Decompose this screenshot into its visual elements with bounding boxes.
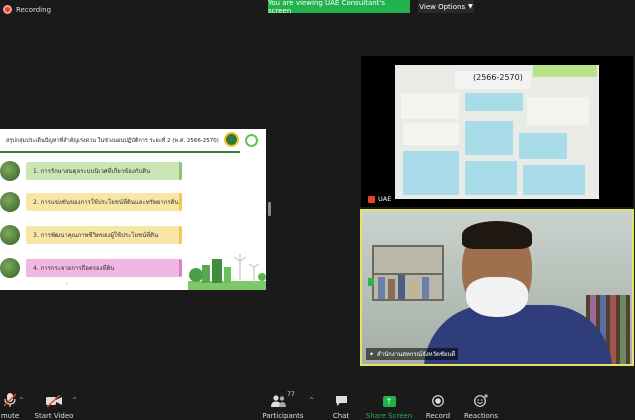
person-hair <box>462 221 532 249</box>
mute-button[interactable]: mute <box>0 386 20 420</box>
face-mask <box>466 277 528 317</box>
department-logo-icon <box>224 132 239 147</box>
participant-name-tag: UAE <box>365 194 395 204</box>
viewing-banner: You are viewing UAE Consultant's screen <box>268 0 410 15</box>
slide-item-label: 2. การแข่งขันของการใช้ประโยชน์ที่ดินและท… <box>26 193 182 211</box>
top-bar: Recording You are viewing UAE Consultant… <box>0 0 635 22</box>
slide-item-label: 1. การรักษาสมดุลระบบนิเวศที่เกี่ยวข้องกั… <box>26 162 182 180</box>
recording-indicator[interactable]: Recording <box>3 5 51 14</box>
item-photo <box>0 192 20 212</box>
start-video-button[interactable]: Start Video <box>34 386 74 420</box>
start-video-label: Start Video <box>34 412 74 420</box>
bookshelf <box>372 245 444 301</box>
chevron-down-icon: ▼ <box>468 3 473 10</box>
office-background <box>362 211 632 364</box>
view-options-label: View Options <box>419 2 466 11</box>
participants-button[interactable]: 77 Participants <box>262 386 304 420</box>
video-tile-active-speaker[interactable]: ✦ สำนักงานสหกรณ์จังหวัดชัยบดี <box>360 209 634 366</box>
reactions-button[interactable]: Reactions <box>463 386 499 420</box>
participant-name: UAE <box>378 195 392 203</box>
mute-label: mute <box>0 412 20 420</box>
slide-title: สรุปกลุ่มประเด็นปัญหาที่สำคัญเร่งด่วน ใน… <box>6 138 219 144</box>
record-icon <box>432 395 444 407</box>
share-screen-icon: ↑ <box>382 396 396 407</box>
slide-footer-dots: › <box>66 281 68 287</box>
shared-screen: สรุปกลุ่มประเด็นปัญหาที่สำคัญเร่งด่วน ใน… <box>0 129 266 290</box>
whiteboard-image: (2566-2570) <box>395 65 599 199</box>
panel-splitter-handle[interactable] <box>268 202 271 216</box>
slide-item-label: 4. การกระจายการถือครองที่ดิน <box>26 259 182 277</box>
chat-label: Chat <box>332 412 350 420</box>
participants-count: 77 <box>287 391 295 398</box>
video-tile-uae[interactable]: (2566-2570) UAE <box>361 56 633 207</box>
audio-options-caret-icon[interactable]: ^ <box>19 397 24 404</box>
meeting-toolbar: mute ^ Start Video ^ 77 Participants ^ C… <box>0 386 635 420</box>
record-button[interactable]: Record <box>425 386 451 420</box>
participant-name: สำนักงานสหกรณ์จังหวัดชัยบดี <box>377 351 456 358</box>
view-options-button[interactable]: View Options ▼ <box>418 0 474 13</box>
share-screen-button[interactable]: ↑ Share Screen <box>365 386 413 420</box>
item-photo <box>0 161 20 181</box>
mic-muted-icon <box>368 195 375 203</box>
recording-label: Recording <box>16 5 52 14</box>
microphone-icon <box>4 393 16 407</box>
slide-item-label: 3. การพัฒนาคุณภาพชีวิตของผู้ใช้ประโยชน์ท… <box>26 226 182 244</box>
slide-divider <box>0 151 240 153</box>
board-heading: (2566-2570) <box>473 73 523 82</box>
item-photo <box>0 258 20 278</box>
record-label: Record <box>425 412 451 420</box>
participant-name-tag: ✦ สำนักงานสหกรณ์จังหวัดชัยบดี <box>366 348 459 360</box>
reactions-smiley-icon <box>474 394 488 407</box>
green-city-illustration <box>188 254 266 290</box>
video-camera-icon <box>46 395 62 407</box>
chat-button[interactable]: Chat <box>330 386 352 420</box>
window-tag <box>368 278 374 286</box>
organization-logo-icon <box>245 134 258 147</box>
participants-label: Participants <box>262 412 304 420</box>
participants-icon <box>271 395 287 407</box>
item-photo <box>0 225 20 245</box>
video-options-caret-icon[interactable]: ^ <box>72 397 77 404</box>
share-screen-label: Share Screen <box>365 412 413 420</box>
chat-icon <box>335 396 347 406</box>
pin-icon: ✦ <box>369 350 375 358</box>
reactions-label: Reactions <box>463 412 499 420</box>
participants-options-caret-icon[interactable]: ^ <box>309 397 314 404</box>
recording-icon <box>3 5 12 14</box>
